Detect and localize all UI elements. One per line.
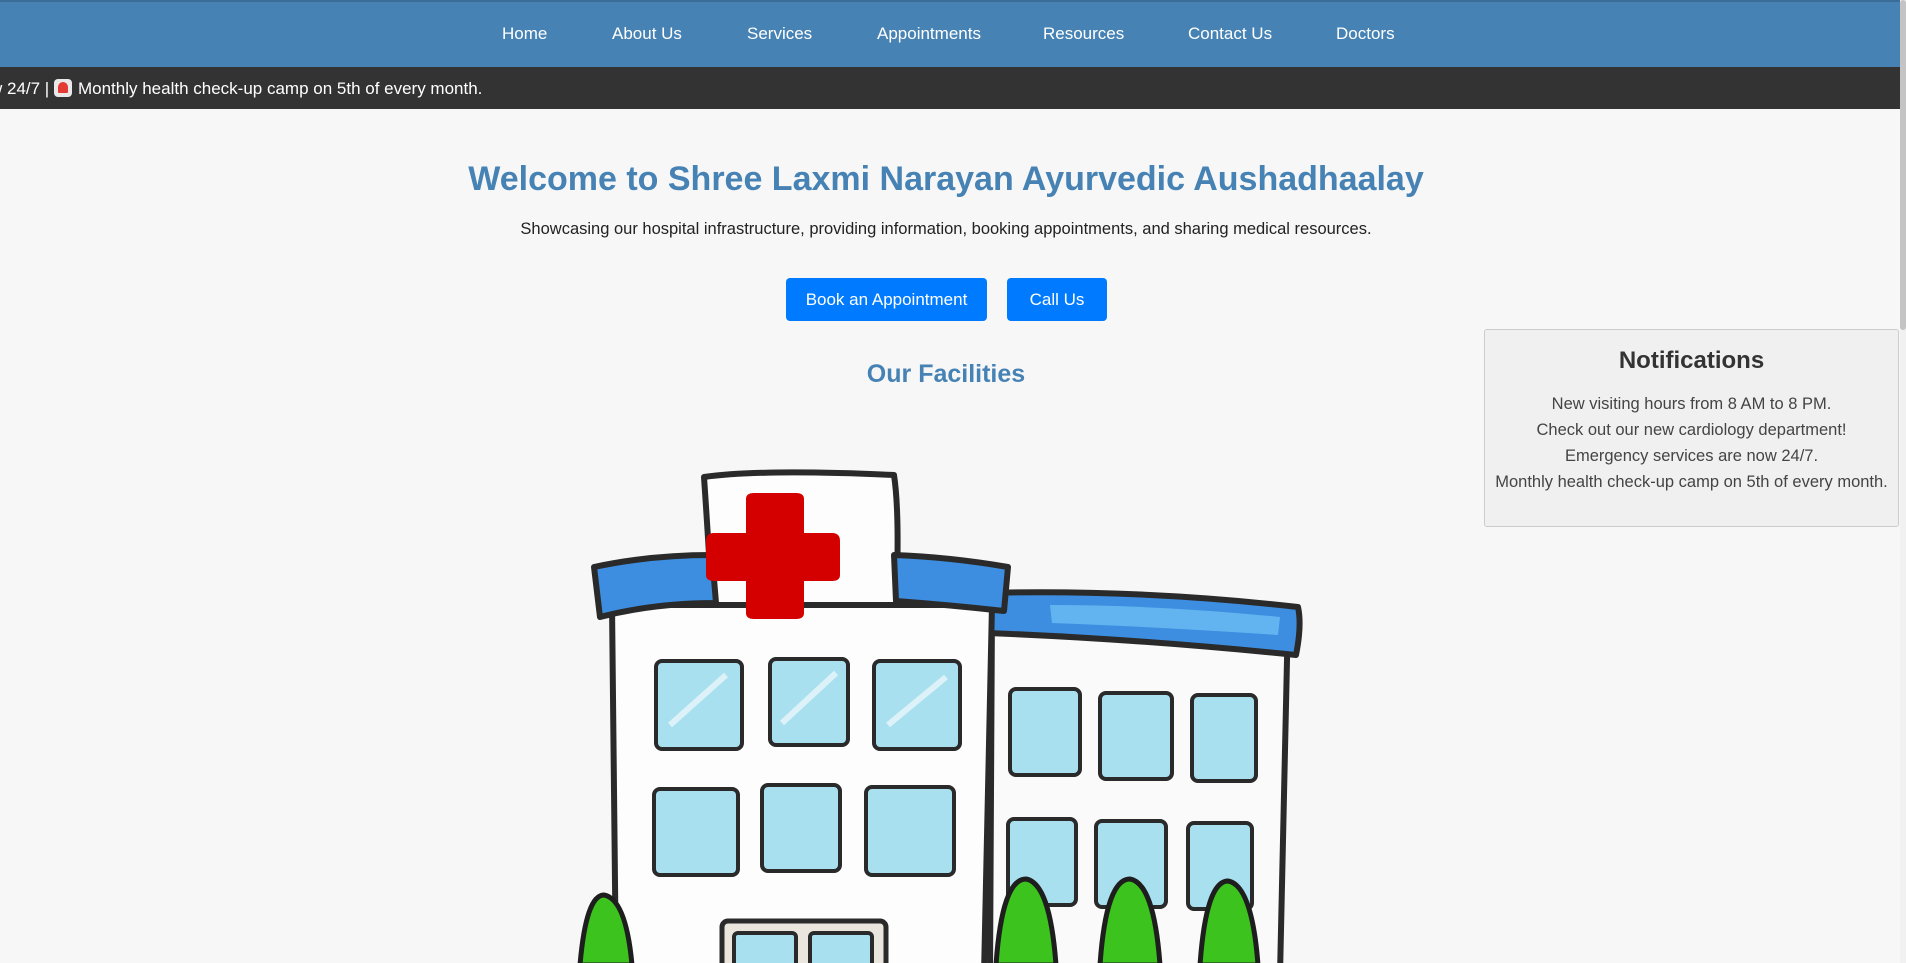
nav-about-us[interactable]: About Us — [612, 24, 682, 44]
ticker-text: w 24/7 | Monthly health check-up camp on… — [0, 79, 482, 99]
notifications-list: New visiting hours from 8 AM to 8 PM. Ch… — [1485, 391, 1898, 495]
notifications-title: Notifications — [1618, 347, 1765, 374]
top-navbar: Home About Us Services Appointments Reso… — [0, 0, 1900, 67]
nav-contact-us[interactable]: Contact Us — [1188, 24, 1272, 44]
call-us-button[interactable]: Call Us — [1007, 278, 1107, 321]
ticker-prefix: w 24/7 | — [0, 79, 50, 98]
nav-appointments[interactable]: Appointments — [877, 24, 981, 44]
page-subtitle: Showcasing our hospital infrastructure, … — [520, 220, 1372, 238]
notification-item: Check out our new cardiology department! — [1536, 421, 1847, 439]
notification-item: New visiting hours from 8 AM to 8 PM. — [1551, 395, 1832, 413]
nav-resources[interactable]: Resources — [1043, 24, 1124, 44]
page-title: Welcome to Shree Laxmi Narayan Ayurvedic… — [468, 160, 1424, 198]
nav-home[interactable]: Home — [502, 24, 547, 44]
nav-doctors[interactable]: Doctors — [1336, 24, 1395, 44]
news-ticker: w 24/7 | Monthly health check-up camp on… — [0, 67, 1900, 109]
notifications-panel: Notifications New visiting hours from 8 … — [1484, 329, 1899, 527]
nav-services[interactable]: Services — [747, 24, 812, 44]
notification-item: Emergency services are now 24/7. — [1564, 447, 1819, 465]
notification-item: Monthly health check-up camp on 5th of e… — [1495, 473, 1888, 491]
ticker-message: Monthly health check-up camp on 5th of e… — [77, 79, 483, 98]
page-scrollbar[interactable] — [1900, 0, 1906, 963]
siren-icon — [53, 79, 72, 97]
hospital-illustration — [577, 469, 1303, 963]
book-appointment-button[interactable]: Book an Appointment — [786, 278, 987, 321]
scrollbar-thumb[interactable] — [1900, 0, 1906, 330]
